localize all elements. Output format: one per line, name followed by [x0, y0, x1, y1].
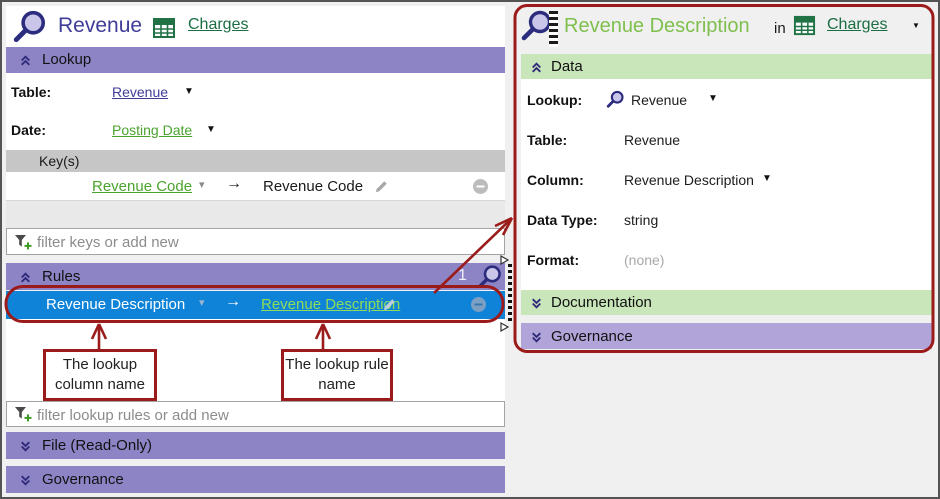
- section-header-lookup[interactable]: Lookup: [6, 47, 505, 73]
- date-dropdown-icon[interactable]: ▼: [206, 125, 216, 135]
- remove-rule-icon[interactable]: [470, 296, 487, 318]
- lookup-magnifier-icon: [12, 9, 48, 50]
- column-title: Revenue Description: [564, 15, 750, 37]
- key-target-name: Revenue Code: [263, 178, 364, 195]
- expand-chevron-icon[interactable]: [530, 297, 543, 310]
- format-field-value: (none): [624, 252, 665, 268]
- column-stripe-icon: [549, 11, 558, 47]
- pane-splitter-handle[interactable]: [508, 264, 512, 321]
- table-field-value-right: Revenue: [624, 132, 681, 148]
- left-context-table-link[interactable]: Charges: [188, 16, 248, 34]
- section-header-documentation[interactable]: Documentation: [521, 290, 932, 315]
- column-field-value: Revenue Description: [624, 172, 754, 188]
- section-label-documentation: Documentation: [551, 294, 652, 311]
- rule-row-selected[interactable]: Revenue Description ▾ → Revenue Descript…: [6, 291, 505, 319]
- table-dropdown-icon[interactable]: ▼: [184, 87, 194, 97]
- keys-header-bar: Key(s): [6, 150, 505, 172]
- filter-add-icon: [14, 234, 33, 256]
- mapping-arrow-icon: →: [226, 175, 242, 192]
- key-row[interactable]: Revenue Code ▾ → Revenue Code: [6, 172, 505, 201]
- splitter-arrow-icon[interactable]: [500, 319, 510, 337]
- key-source-dropdown-icon[interactable]: ▾: [199, 180, 205, 191]
- key-source-link[interactable]: Revenue Code: [92, 178, 192, 195]
- lookup-field-value: Revenue: [631, 92, 688, 108]
- edit-pencil-icon[interactable]: [382, 297, 397, 317]
- lookup-field-label: Lookup:: [527, 92, 583, 108]
- collapse-chevron-icon[interactable]: [19, 271, 32, 284]
- in-word: in: [774, 20, 786, 37]
- expand-chevron-icon[interactable]: [19, 440, 32, 453]
- date-field-label: Date:: [11, 122, 47, 138]
- section-label-governance-right: Governance: [551, 328, 633, 345]
- rules-count-badge: 1: [458, 267, 467, 284]
- rule-source-name: Revenue Description: [46, 296, 186, 313]
- rule-target-link[interactable]: Revenue Description: [261, 296, 400, 313]
- section-label-file: File (Read-Only): [42, 437, 153, 454]
- callout-column-text: The lookup column name: [54, 355, 146, 393]
- right-context-table-link[interactable]: Charges: [827, 16, 887, 34]
- remove-key-icon[interactable]: [472, 178, 489, 200]
- section-label-rules: Rules: [42, 268, 81, 285]
- section-label-lookup: Lookup: [42, 51, 92, 68]
- edit-pencil-icon[interactable]: [374, 179, 389, 199]
- lookup-small-magnifier-icon: [606, 90, 625, 114]
- expand-chevron-icon[interactable]: [19, 474, 32, 487]
- context-dropdown-icon[interactable]: ▼: [912, 22, 920, 30]
- table-field-link[interactable]: Revenue: [112, 84, 168, 100]
- filter-keys-input[interactable]: [35, 229, 499, 256]
- callout-rule-name: The lookup rule name: [281, 349, 393, 401]
- datatype-field-label: Data Type:: [527, 212, 598, 228]
- filter-rules-input[interactable]: [35, 402, 499, 428]
- table-field-label-right: Table:: [527, 132, 568, 148]
- keys-empty-row: [6, 201, 505, 228]
- left-title-bar: Revenue Charges: [6, 6, 505, 47]
- lookup-dropdown-icon[interactable]: ▼: [708, 94, 718, 104]
- rule-source-dropdown-icon[interactable]: ▾: [199, 298, 205, 309]
- app-window: Revenue Charges Lookup Table: Revenue ▼ …: [0, 0, 940, 499]
- table-field-label: Table:: [11, 84, 52, 100]
- collapse-chevron-icon[interactable]: [530, 61, 543, 74]
- section-header-governance-left[interactable]: Governance: [6, 466, 505, 493]
- collapse-chevron-icon[interactable]: [19, 54, 32, 67]
- table-icon: [793, 14, 816, 42]
- section-header-file[interactable]: File (Read-Only): [6, 432, 505, 459]
- filter-keys-box: [6, 228, 505, 256]
- callout-column-name: The lookup column name: [43, 349, 157, 401]
- section-label-data: Data: [551, 58, 583, 75]
- date-field-link[interactable]: Posting Date: [112, 122, 192, 138]
- section-header-governance-right[interactable]: Governance: [521, 323, 932, 349]
- datatype-field-value: string: [624, 212, 659, 228]
- section-label-governance-left: Governance: [42, 471, 124, 488]
- lookup-title: Revenue: [58, 14, 143, 37]
- column-dropdown-icon[interactable]: ▼: [762, 174, 772, 184]
- lookup-fields-area: [6, 73, 505, 150]
- column-field-label: Column:: [527, 172, 584, 188]
- expand-chevron-icon[interactable]: [530, 331, 543, 344]
- splitter-arrow-icon[interactable]: [500, 252, 510, 270]
- section-header-rules[interactable]: Rules 1: [6, 263, 505, 290]
- filter-rules-box: [6, 401, 505, 428]
- table-icon: [152, 16, 176, 45]
- mapping-arrow-icon: →: [225, 293, 241, 310]
- format-field-label: Format:: [527, 252, 580, 268]
- section-header-data[interactable]: Data: [521, 54, 932, 79]
- keys-header-label: Key(s): [39, 153, 80, 169]
- filter-add-icon: [14, 406, 33, 428]
- callout-rule-text: The lookup rule name: [285, 355, 389, 393]
